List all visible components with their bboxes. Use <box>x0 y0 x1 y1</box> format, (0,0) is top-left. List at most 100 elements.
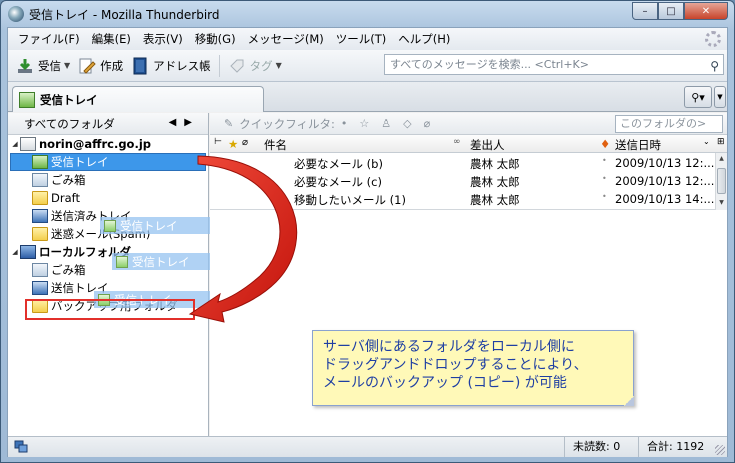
sent-folder-icon <box>32 209 48 223</box>
date-column-header[interactable]: 送信日時 <box>615 137 661 153</box>
callout-line: ドラッグアンドドロップすることにより、 <box>323 357 588 373</box>
message-sender: 農林 太郎 <box>470 157 520 171</box>
tag-button[interactable]: タグ ▼ <box>224 53 286 79</box>
get-mail-label: 受信 <box>38 58 61 73</box>
scroll-up-arrow-icon[interactable]: ▲ <box>716 153 727 165</box>
write-button[interactable]: 作成 <box>74 53 127 79</box>
tab-search-menu-button[interactable]: ⚲▾ <box>684 86 712 108</box>
minimize-button[interactable]: – <box>632 2 658 20</box>
sender-column-header[interactable]: 差出人 <box>470 137 505 153</box>
outbox-icon <box>32 281 48 295</box>
total-count: 合計: 1192 <box>638 437 704 457</box>
collapse-twisty-icon[interactable]: ◢ <box>10 140 20 148</box>
address-book-button[interactable]: アドレス帳 <box>127 53 215 79</box>
folder-search-placeholder: このフォルダの> <box>620 117 707 130</box>
global-search-input[interactable]: すべてのメッセージを検索... <Ctrl+K> ⚲ <box>384 54 724 75</box>
folder-mode-arrows[interactable]: ◀▶ <box>169 117 200 128</box>
resize-grip[interactable] <box>715 445 725 455</box>
subject-column-header[interactable]: 件名 <box>264 137 287 153</box>
folder-label: ごみ箱 <box>51 173 86 187</box>
collapse-twisty-icon[interactable]: ◢ <box>10 248 20 256</box>
menu-view[interactable]: 表示(V) <box>137 29 189 49</box>
callout-line: サーバ側にあるフォルダをローカル側に <box>323 339 575 355</box>
explanation-callout: サーバ側にあるフォルダをローカル側に ドラッグアンドドロップすることにより、 メ… <box>312 330 634 406</box>
folder-search-input[interactable]: このフォルダの> <box>615 115 723 133</box>
message-row[interactable]: 必要なメール (c) 農林 太郎 • 2009/10/13 12:... <box>210 172 715 190</box>
read-column-icon[interactable]: ∞ <box>453 137 461 147</box>
get-mail-button[interactable]: 受信 ▼ <box>12 53 74 79</box>
pin-icon[interactable]: ✎ <box>224 117 233 130</box>
starred-filter-icon[interactable]: ☆ <box>359 117 369 130</box>
tag-filter-icon[interactable]: ◇ <box>403 117 411 130</box>
get-mail-dropdown-icon[interactable]: ▼ <box>64 61 70 70</box>
tab-bar: 受信トレイ ⚲▾ ▼ <box>8 82 727 112</box>
column-picker-icon[interactable]: ⊞ <box>717 137 725 147</box>
thunderbird-app-icon <box>8 6 24 22</box>
computer-icon <box>20 245 36 259</box>
read-dot-icon: • <box>602 192 607 201</box>
menu-tools[interactable]: ツール(T) <box>330 29 393 49</box>
unread-count: 未読数: 0 <box>564 437 620 457</box>
menu-go[interactable]: 移動(G) <box>189 29 242 49</box>
folder-inbox[interactable]: 受信トレイ <box>8 153 208 171</box>
callout-fold <box>624 396 634 406</box>
tab-inbox-label: 受信トレイ <box>40 92 98 107</box>
tab-inbox[interactable]: 受信トレイ <box>12 86 264 112</box>
account-row[interactable]: ◢ norin@affrc.go.jp <box>8 135 208 153</box>
inbox-icon <box>32 155 48 169</box>
folder-label: Draft <box>51 191 80 205</box>
toolbar-separator <box>218 54 220 77</box>
read-dot-icon: • <box>602 156 607 165</box>
folder-mode-label: すべてのフォルダ <box>24 116 115 131</box>
message-date: 2009/10/13 14:... <box>615 192 715 206</box>
message-sender: 農林 太郎 <box>470 193 520 207</box>
message-subject: 移動したいメール (1) <box>294 193 406 207</box>
main-toolbar: 受信 ▼ 作成 アドレス帳 タグ ▼ すべてのメッセージを検索... <Ctrl… <box>8 50 727 82</box>
window-title: 受信トレイ - Mozilla Thunderbird <box>29 8 220 22</box>
tag-dropdown-icon: ▼ <box>275 61 282 70</box>
download-arrow-icon <box>16 57 34 75</box>
sort-chevron-icon[interactable]: ⌄ <box>703 137 710 146</box>
message-date: 2009/10/13 12:... <box>615 156 715 170</box>
scroll-thumb[interactable] <box>717 168 726 194</box>
message-date: 2009/10/13 12:... <box>615 174 715 188</box>
scroll-down-arrow-icon[interactable]: ▼ <box>716 197 727 209</box>
trash-icon <box>32 263 48 277</box>
star-column-icon[interactable]: ★ <box>228 137 238 151</box>
menu-file[interactable]: ファイル(F) <box>12 29 86 49</box>
unread-filter-icon[interactable]: • <box>341 117 348 130</box>
global-search-placeholder: すべてのメッセージを検索... <Ctrl+K> <box>390 58 589 71</box>
search-icon[interactable]: ⚲ <box>710 57 719 76</box>
quick-filter-label: クイックフィルタ: <box>239 116 335 131</box>
account-name: norin@affrc.go.jp <box>39 137 151 151</box>
contact-filter-icon[interactable]: ♙ <box>381 117 391 130</box>
app-window: 受信トレイ - Mozilla Thunderbird – □ ✕ ファイル(F… <box>0 0 735 463</box>
menu-message[interactable]: メッセージ(M) <box>242 29 330 49</box>
maximize-button[interactable]: □ <box>658 2 684 20</box>
close-button[interactable]: ✕ <box>684 2 728 20</box>
drag-ghost-label: 受信トレイ <box>120 218 178 233</box>
quick-filter-bar: ✎ クイックフィルタ: • ☆ ♙ ◇ ⌀ このフォルダの> <box>210 113 727 135</box>
read-dot-icon: • <box>602 174 607 183</box>
folder-trash[interactable]: ごみ箱 <box>8 171 208 189</box>
menu-help[interactable]: ヘルプ(H) <box>392 29 456 49</box>
folder-icon <box>32 227 48 241</box>
inbox-icon <box>104 219 116 232</box>
message-sender: 農林 太郎 <box>470 175 520 189</box>
online-status-icon[interactable] <box>14 440 28 454</box>
attachment-filter-icon[interactable]: ⌀ <box>424 117 431 130</box>
folder-label: ごみ箱 <box>51 263 86 277</box>
message-row[interactable]: 必要なメール (b) 農林 太郎 • 2009/10/13 12:... <box>210 154 715 172</box>
folder-draft[interactable]: Draft <box>8 189 208 207</box>
junk-column-icon[interactable]: ♦ <box>600 137 610 151</box>
title-bar: 受信トレイ - Mozilla Thunderbird – □ ✕ <box>1 1 734 27</box>
thread-column-icon[interactable]: ⊢ <box>214 137 222 147</box>
menu-edit[interactable]: 編集(E) <box>86 29 137 49</box>
message-list: 必要なメール (b) 農林 太郎 • 2009/10/13 12:... 必要な… <box>210 153 727 210</box>
attachment-column-icon[interactable]: ⌀ <box>242 137 248 148</box>
tag-label: タグ <box>249 58 273 73</box>
message-subject: 必要なメール (b) <box>294 157 383 171</box>
tab-list-dropdown[interactable]: ▼ <box>714 86 726 108</box>
message-list-scrollbar[interactable]: ▲ ▼ <box>715 153 727 210</box>
message-row[interactable]: 移動したいメール (1) 農林 太郎 • 2009/10/13 14:... <box>210 190 715 208</box>
